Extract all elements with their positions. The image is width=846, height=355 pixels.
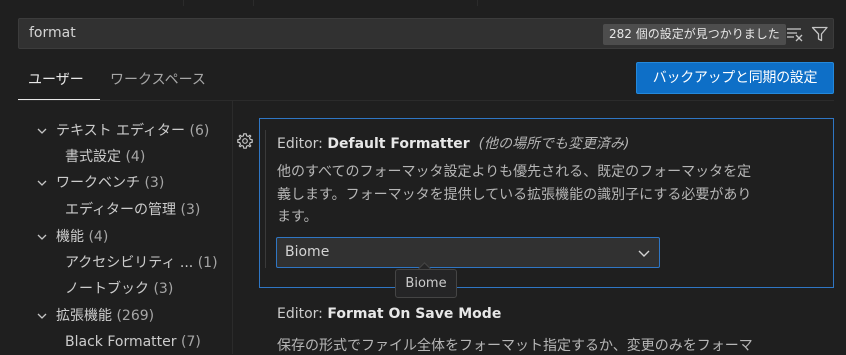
toc-item-label: ワークベンチ: [56, 175, 140, 191]
toc-item-black-formatter[interactable]: Black Formatter (7): [65, 332, 201, 352]
toc-item-extensions[interactable]: 拡張機能 (269): [56, 306, 154, 326]
setting-category: Editor:: [277, 306, 328, 322]
toc-divider: [232, 100, 233, 354]
modified-elsewhere-link[interactable]: (他の場所でも変更済み): [479, 136, 630, 152]
toc-item-count: (3): [153, 281, 174, 297]
toc-item-label: アクセシビリティ ...: [65, 255, 194, 271]
setting-name: Default Formatter: [327, 136, 470, 152]
search-query-text[interactable]: format: [29, 25, 76, 41]
toc-item-features[interactable]: 機能 (4): [56, 227, 108, 247]
toc-item-label: エディターの管理: [65, 202, 177, 218]
chevron-down-icon[interactable]: [36, 125, 48, 137]
toc-item-label: 機能: [56, 229, 84, 245]
toc-item-count: (7): [180, 334, 201, 350]
tooltip: Biome: [395, 269, 457, 298]
chevron-down-icon: [638, 250, 650, 257]
tab-workspace[interactable]: ワークスペース: [110, 69, 206, 89]
default-formatter-select[interactable]: Biome: [276, 237, 660, 268]
toc-item-label: ノートブック: [65, 281, 149, 297]
chevron-down-icon[interactable]: [36, 231, 48, 243]
toc-item-formatting[interactable]: 書式設定 (4): [65, 147, 145, 167]
toc-item-label: テキスト エディター: [56, 123, 186, 139]
toc-item-workbench[interactable]: ワークベンチ (3): [56, 173, 164, 193]
gear-icon[interactable]: [236, 132, 254, 150]
toc-item-count: (4): [125, 149, 146, 165]
chevron-down-icon[interactable]: [36, 177, 48, 189]
chevron-down-icon[interactable]: [36, 310, 48, 322]
setting-name: Format On Save Mode: [327, 306, 502, 322]
toc-item-count: (3): [180, 202, 201, 218]
toc-item-label: 拡張機能: [56, 308, 112, 324]
setting-description-line: 保存の形式でファイル全体をフォーマット指定するか、変更のみをフォーマ: [277, 338, 753, 354]
clear-filter-icon[interactable]: [785, 24, 805, 44]
setting-category: Editor:: [277, 136, 328, 152]
toc-item-label: 書式設定: [65, 149, 121, 165]
setting-description-line: 他のすべてのフォーマッタ設定よりも優先される、既定のフォーマッタを定: [277, 164, 752, 180]
toc-item-count: (269): [116, 308, 155, 324]
setting-modified-indicator: [265, 130, 266, 268]
setting-description-line: 義します。フォーマッタを提供している拡張機能の識別子にする必要があり: [277, 187, 752, 203]
setting-title: Editor: Default Formatter (他の場所でも変更済み): [277, 133, 630, 153]
select-value: Biome: [285, 244, 330, 260]
setting-title: Editor: Format On Save Mode: [277, 306, 501, 322]
tab-user[interactable]: ユーザー: [28, 69, 84, 89]
toc-item-count: (3): [144, 175, 165, 191]
toc-item-notebook[interactable]: ノートブック (3): [65, 279, 173, 299]
settings-search-input[interactable]: format 282 個の設定が見つかりました: [18, 18, 834, 49]
toc-item-text-editor[interactable]: テキスト エディター (6): [56, 121, 209, 141]
toc-item-count: (1): [197, 255, 218, 271]
filter-icon[interactable]: [810, 24, 830, 44]
backup-sync-button[interactable]: バックアップと同期の設定: [636, 62, 834, 94]
setting-description-line: ます。: [277, 209, 318, 225]
top-edge: [0, 0, 846, 10]
toc-item-count: (4): [88, 229, 109, 245]
toc-item-accessibility[interactable]: アクセシビリティ ... (1): [65, 253, 218, 273]
toc-item-count: (6): [189, 123, 210, 139]
result-count-badge: 282 個の設定が見つかりました: [603, 24, 786, 45]
toc-item-editor-management[interactable]: エディターの管理 (3): [65, 200, 200, 220]
tabs-divider: [18, 100, 834, 101]
toc-item-label: Black Formatter: [65, 334, 177, 350]
